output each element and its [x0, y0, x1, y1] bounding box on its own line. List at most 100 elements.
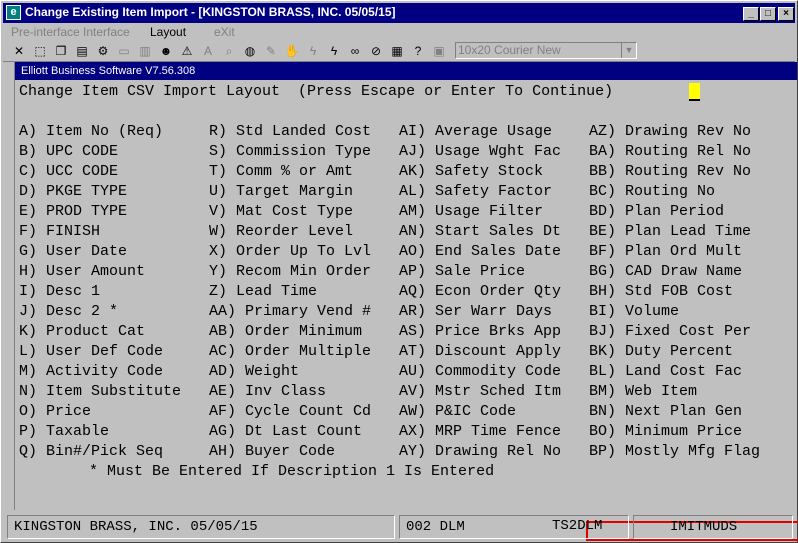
field-option[interactable]: B) UPC CODE	[19, 142, 118, 162]
field-option[interactable]: BE) Plan Lead Time	[589, 222, 751, 242]
field-option[interactable]: X) Order Up To Lvl	[209, 242, 371, 262]
field-option[interactable]: AC) Order Multiple	[209, 342, 371, 362]
font-select[interactable]: 10x20 Courier New ▼	[455, 42, 637, 59]
field-option[interactable]: G) User Date	[19, 242, 127, 262]
field-option[interactable]: AS) Price Brks App	[399, 322, 561, 342]
field-option[interactable]: AW) P&IC Code	[399, 402, 516, 422]
zoom-icon[interactable]: ⌕	[221, 43, 237, 59]
menu-exit[interactable]: eXit	[214, 25, 235, 39]
select-icon[interactable]: ⬚	[32, 43, 48, 59]
field-option[interactable]: W) Reorder Level	[209, 222, 353, 242]
field-option[interactable]: T) Comm % or Amt	[209, 162, 353, 182]
field-option[interactable]: O) Price	[19, 402, 91, 422]
field-option[interactable]: Y) Recom Min Order	[209, 262, 371, 282]
field-option[interactable]: AU) Commodity Code	[399, 362, 561, 382]
field-option[interactable]: C) UCC CODE	[19, 162, 118, 182]
field-option[interactable]: AB) Order Minimum	[209, 322, 362, 342]
link-icon[interactable]: ∞	[347, 43, 363, 59]
thunder-icon[interactable]: ϟ	[326, 43, 342, 59]
field-option[interactable]: L) User Def Code	[19, 342, 163, 362]
field-option[interactable]: P) Taxable	[19, 422, 109, 442]
field-option[interactable]: AO) End Sales Date	[399, 242, 561, 262]
maximize-button[interactable]: □	[760, 7, 776, 21]
field-option[interactable]: AT) Discount Apply	[399, 342, 561, 362]
field-option[interactable]: U) Target Margin	[209, 182, 353, 202]
globe-icon[interactable]: ◍	[242, 43, 258, 59]
field-option[interactable]: BJ) Fixed Cost Per	[589, 322, 751, 342]
field-option[interactable]: Z) Lead Time	[209, 282, 317, 302]
hand-icon[interactable]: ✋	[284, 43, 300, 59]
field-option[interactable]: N) Item Substitute	[19, 382, 181, 402]
report-icon[interactable]: ▥	[137, 43, 153, 59]
field-option[interactable]: AD) Weight	[209, 362, 299, 382]
field-option[interactable]: AR) Ser Warr Days	[399, 302, 552, 322]
field-option[interactable]: BF) Plan Ord Mult	[589, 242, 742, 262]
field-option[interactable]: E) PROD TYPE	[19, 202, 127, 222]
field-option[interactable]: AK) Safety Stock	[399, 162, 543, 182]
field-option[interactable]: AV) Mstr Sched Itm	[399, 382, 561, 402]
field-option[interactable]: K) Product Cat	[19, 322, 145, 342]
field-option[interactable]: AQ) Econ Order Qty	[399, 282, 561, 302]
blank-icon[interactable]: ▭	[116, 43, 132, 59]
close-x-icon[interactable]: ✕	[11, 43, 27, 59]
field-option[interactable]: AA) Primary Vend #	[209, 302, 371, 322]
field-option[interactable]: AX) MRP Time Fence	[399, 422, 561, 442]
copy-icon[interactable]: ❐	[53, 43, 69, 59]
field-option[interactable]: AE) Inv Class	[209, 382, 326, 402]
field-option[interactable]: BO) Minimum Price	[589, 422, 742, 442]
field-option[interactable]: H) User Amount	[19, 262, 145, 282]
field-option[interactable]: BL) Land Cost Fac	[589, 362, 742, 382]
paste-icon[interactable]: ▤	[74, 43, 90, 59]
title-bar[interactable]: e Change Existing Item Import - [KINGSTO…	[3, 3, 795, 23]
field-option[interactable]: AZ) Drawing Rev No	[589, 122, 751, 142]
field-option[interactable]: AL) Safety Factor	[399, 182, 552, 202]
field-option[interactable]: I) Desc 1	[19, 282, 100, 302]
field-option[interactable]: BK) Duty Percent	[589, 342, 733, 362]
field-option[interactable]: BH) Std FOB Cost	[589, 282, 733, 302]
field-option[interactable]: BC) Routing No	[589, 182, 715, 202]
field-option[interactable]: BB) Routing Rev No	[589, 162, 751, 182]
field-option[interactable]: M) Activity Code	[19, 362, 163, 382]
field-option[interactable]: AG) Dt Last Count	[209, 422, 362, 442]
field-option[interactable]: AY) Drawing Rel No	[399, 442, 561, 462]
field-option[interactable]: R) Std Landed Cost	[209, 122, 371, 142]
terminal-screen[interactable]: Change Item CSV Import Layout (Press Esc…	[15, 80, 798, 541]
warning-icon[interactable]: ⚠	[179, 43, 195, 59]
field-option[interactable]: AF) Cycle Count Cd	[209, 402, 371, 422]
field-option[interactable]: Q) Bin#/Pick Seq	[19, 442, 163, 462]
field-option[interactable]: AH) Buyer Code	[209, 442, 335, 462]
menu-interface[interactable]: Interface	[83, 25, 130, 39]
help-pointer-icon[interactable]: ?	[410, 43, 426, 59]
field-option[interactable]: BI) Volume	[589, 302, 679, 322]
field-option[interactable]: BD) Plan Period	[589, 202, 724, 222]
menu-layout[interactable]: Layout	[150, 25, 186, 39]
misc-icon[interactable]: ▣	[431, 43, 447, 59]
lightning-icon[interactable]: ϟ	[305, 43, 321, 59]
field-option[interactable]: BN) Next Plan Gen	[589, 402, 742, 422]
field-option[interactable]: BP) Mostly Mfg Flag	[589, 442, 760, 462]
field-option[interactable]: AN) Start Sales Dt	[399, 222, 561, 242]
field-option[interactable]: J) Desc 2 *	[19, 302, 118, 322]
edit-icon[interactable]: ✎	[263, 43, 279, 59]
field-option[interactable]: BG) CAD Draw Name	[589, 262, 742, 282]
field-option[interactable]: AM) Usage Filter	[399, 202, 543, 222]
app-icon[interactable]: e	[6, 5, 21, 20]
field-option[interactable]: F) FINISH	[19, 222, 100, 242]
field-option[interactable]: V) Mat Cost Type	[209, 202, 353, 222]
field-option[interactable]: BM) Web Item	[589, 382, 697, 402]
field-option[interactable]: AP) Sale Price	[399, 262, 525, 282]
field-option[interactable]: S) Commission Type	[209, 142, 371, 162]
field-option[interactable]: D) PKGE TYPE	[19, 182, 127, 202]
chevron-down-icon[interactable]: ▼	[621, 43, 636, 58]
font-icon[interactable]: A	[200, 43, 216, 59]
minimize-button[interactable]: _	[743, 7, 759, 21]
field-option[interactable]: AI) Average Usage	[399, 122, 552, 142]
close-button[interactable]: ×	[778, 7, 794, 21]
notes-icon[interactable]: ▦	[389, 43, 405, 59]
field-option[interactable]: A) Item No (Req)	[19, 122, 163, 142]
stop-icon[interactable]: ⊘	[368, 43, 384, 59]
settings-icon[interactable]: ⚙	[95, 43, 111, 59]
field-option[interactable]: AJ) Usage Wght Fac	[399, 142, 561, 162]
menu-pre-interface[interactable]: Pre-interface	[11, 25, 80, 39]
user-icon[interactable]: ☻	[158, 43, 174, 59]
